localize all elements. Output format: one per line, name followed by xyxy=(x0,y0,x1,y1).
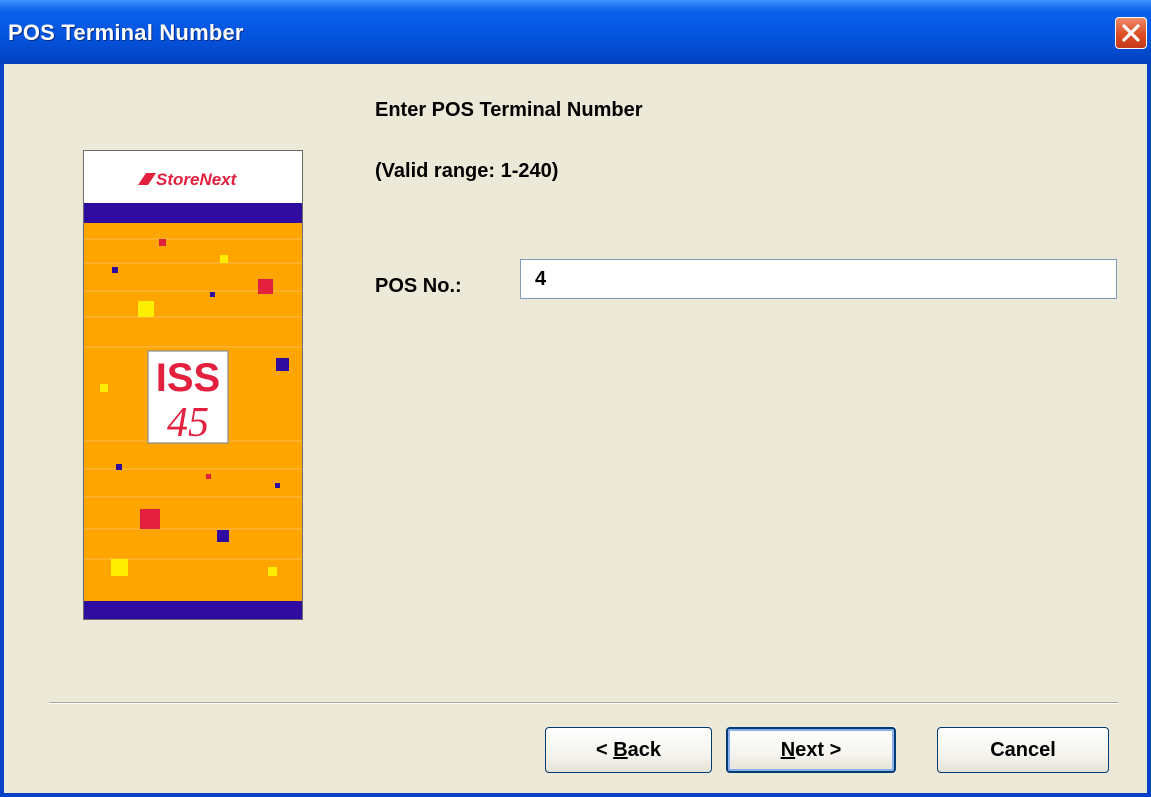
back-label-prefix: < xyxy=(595,738,614,761)
pos-number-label: POS No.: xyxy=(375,275,462,297)
window-title: POS Terminal Number xyxy=(8,20,244,45)
next-button[interactable]: Next > xyxy=(726,727,896,773)
product-banner: StoreNext ISS 45 xyxy=(83,150,303,620)
close-button[interactable] xyxy=(1115,17,1147,49)
back-label-mnemonic: B xyxy=(613,738,628,761)
close-icon xyxy=(1122,24,1140,42)
svg-text:StoreNext: StoreNext xyxy=(156,170,238,189)
svg-text:ISS: ISS xyxy=(156,356,220,400)
valid-range-hint: (Valid range: 1-240) xyxy=(375,160,559,182)
dialog-window: POS Terminal Number StoreNext ISS 45 Ent… xyxy=(0,0,1151,797)
next-label-mnemonic: N xyxy=(780,738,796,761)
button-divider xyxy=(49,702,1118,704)
iss45-logo: ISS 45 xyxy=(147,350,229,446)
back-label-rest: ack xyxy=(627,738,662,761)
pos-number-input[interactable] xyxy=(520,259,1117,299)
svg-text:45: 45 xyxy=(167,400,209,446)
next-label-rest: ext > xyxy=(795,738,842,761)
back-button[interactable]: < Back xyxy=(545,727,712,773)
title-bar[interactable]: POS Terminal Number xyxy=(0,0,1151,64)
page-heading: Enter POS Terminal Number xyxy=(375,99,643,121)
cancel-button[interactable]: Cancel xyxy=(937,727,1109,773)
